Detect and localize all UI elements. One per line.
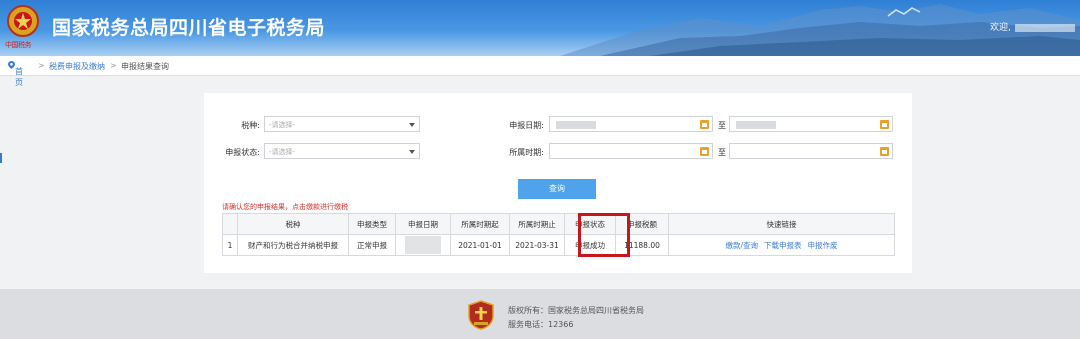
service-phone: 服务电话：12366 xyxy=(508,320,574,329)
status-placeholder: -请选择- xyxy=(269,148,296,156)
username-masked xyxy=(1014,23,1075,32)
status-label: 申报状态: xyxy=(225,148,260,157)
tax-emblem-icon xyxy=(7,5,39,37)
breadcrumb-separator: > xyxy=(38,61,45,70)
date-end-input[interactable] xyxy=(729,116,893,132)
period-label: 所属时期: xyxy=(509,148,544,157)
calendar-icon[interactable] xyxy=(880,120,889,129)
row-date-masked xyxy=(405,236,441,254)
pay-query-link[interactable]: 缴款/查询 xyxy=(725,241,758,250)
logo-slogan: 中国税务 xyxy=(5,41,32,49)
download-form-link[interactable]: 下载申报表 xyxy=(764,241,802,250)
table-header-row: 税种 申报类型 申报日期 所属时期起 所属时期止 申报状态 申报税额 快速链接 xyxy=(222,213,895,235)
breadcrumb: 首页 > 税费申报及缴纳 > 申报结果查询 xyxy=(0,56,1080,87)
location-pin-icon xyxy=(8,61,15,69)
site-header: 中国税务 国家税务总局四川省电子税务局 欢迎, xyxy=(0,0,1080,56)
breadcrumb-home[interactable]: 首页 xyxy=(8,61,23,87)
chevron-down-icon xyxy=(409,150,415,154)
col-index-header xyxy=(222,213,238,235)
row-tax: 财产和行为税合并纳税申报 xyxy=(237,234,349,256)
calendar-icon[interactable] xyxy=(880,147,889,156)
row-links: 缴款/查询 下载申报表 申报作废 xyxy=(668,234,895,256)
calendar-icon[interactable] xyxy=(700,147,709,156)
query-button[interactable]: 查询 xyxy=(518,179,596,199)
col-tax-header: 税种 xyxy=(237,213,349,235)
col-start-header: 所属时期起 xyxy=(450,213,510,235)
table-row: 1 财产和行为税合并纳税申报 正常申报 2021-01-01 2021-03-3… xyxy=(222,234,895,256)
chevron-down-icon xyxy=(409,123,415,127)
row-start: 2021-01-01 xyxy=(450,234,510,256)
breadcrumb-current: 申报结果查询 xyxy=(121,62,169,71)
date-to-label: 至 xyxy=(718,121,726,130)
col-end-header: 所属时期止 xyxy=(509,213,565,235)
date-start-input[interactable] xyxy=(549,116,713,132)
breadcrumb-tax-filing[interactable]: 税费申报及缴纳 xyxy=(49,61,105,72)
row-index: 1 xyxy=(222,234,238,256)
col-links-header: 快速链接 xyxy=(668,213,895,235)
void-filing-link[interactable]: 申报作废 xyxy=(808,241,838,250)
result-table: 税种 申报类型 申报日期 所属时期起 所属时期止 申报状态 申报税额 快速链接 … xyxy=(222,213,895,256)
site-footer: 版权所有：国家税务总局四川省税务局 服务电话：12366 xyxy=(0,289,1080,339)
date-start-masked xyxy=(556,121,596,129)
copyright-text: 版权所有：国家税务总局四川省税务局 xyxy=(508,306,644,315)
tax-type-label: 税种: xyxy=(241,121,260,130)
row-end: 2021-03-31 xyxy=(509,234,565,256)
breadcrumb-home-label: 首页 xyxy=(15,67,23,87)
period-start-input[interactable] xyxy=(549,143,713,159)
side-collapse-handle[interactable] xyxy=(0,153,2,163)
site-title: 国家税务总局四川省电子税务局 xyxy=(52,17,326,39)
tax-type-select[interactable]: -请选择- xyxy=(264,116,420,132)
row-date xyxy=(395,234,451,256)
period-to-label: 至 xyxy=(718,148,726,157)
calendar-icon[interactable] xyxy=(700,120,709,129)
col-type-header: 申报类型 xyxy=(348,213,396,235)
status-highlight-box xyxy=(578,213,630,257)
welcome-text: 欢迎, xyxy=(990,20,1075,33)
status-select[interactable]: -请选择- xyxy=(264,143,420,159)
welcome-label: 欢迎, xyxy=(990,23,1011,33)
breadcrumb-separator: > xyxy=(110,61,117,70)
date-label: 申报日期: xyxy=(509,121,544,130)
notice-text: 请确认您的申报结果，点击缴款进行缴税 xyxy=(222,203,348,211)
tax-badge-icon xyxy=(468,300,494,330)
col-date-header: 申报日期 xyxy=(395,213,451,235)
tax-type-placeholder: -请选择- xyxy=(269,121,296,129)
date-end-masked xyxy=(736,121,776,129)
row-type: 正常申报 xyxy=(348,234,396,256)
period-end-input[interactable] xyxy=(729,143,893,159)
query-panel: 税种: -请选择- 申报状态: -请选择- 申报日期: 至 所属时期: 至 查询… xyxy=(204,93,912,273)
